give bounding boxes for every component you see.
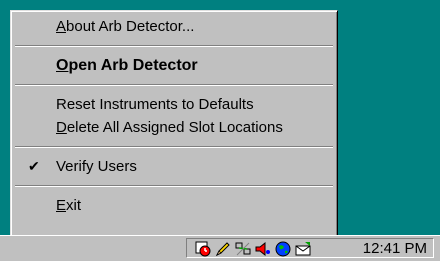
context-menu: About Arb Detector... Open Arb Detector …: [10, 10, 338, 238]
menu-item-reset-instruments[interactable]: Reset Instruments to Defaults: [14, 93, 334, 116]
delete-mnemonic: D: [56, 119, 67, 136]
menu-item-exit[interactable]: Exit: [14, 194, 334, 217]
delete-label: elete All Assigned Slot Locations: [66, 119, 283, 136]
pencil-icon[interactable]: [215, 241, 231, 257]
clock[interactable]: 12:41 PM: [363, 239, 427, 259]
open-label: pen Arb Detector: [68, 57, 198, 74]
mail-icon[interactable]: [295, 241, 311, 257]
reset-label: Reset Instruments to Defaults: [56, 96, 254, 113]
checkmark-icon: ✔: [28, 158, 40, 174]
exit-label: xit: [66, 197, 82, 214]
exit-mnemonic: E: [56, 197, 67, 214]
menu-separator: [15, 84, 333, 86]
about-label: bout Arb Detector...: [66, 18, 195, 35]
verify-label: Verify Users: [56, 158, 137, 175]
menu-item-delete-slot-locations[interactable]: Delete All Assigned Slot Locations: [14, 116, 334, 139]
menu-separator: [15, 45, 333, 47]
open-mnemonic: O: [56, 57, 69, 74]
speaker-icon[interactable]: [255, 241, 271, 257]
alarm-clock-icon[interactable]: [195, 241, 211, 257]
about-mnemonic: A: [56, 18, 67, 35]
menu-item-about[interactable]: About Arb Detector...: [14, 15, 334, 38]
system-tray: 12:41 PM: [186, 238, 434, 258]
network-icon[interactable]: [235, 241, 251, 257]
menu-separator: [15, 146, 333, 148]
menu-separator: [15, 185, 333, 187]
menu-item-verify-users[interactable]: ✔ Verify Users: [14, 155, 334, 178]
menu-item-open[interactable]: Open Arb Detector: [14, 54, 334, 77]
taskbar: 12:41 PM: [0, 235, 440, 261]
globe-icon[interactable]: [275, 241, 291, 257]
